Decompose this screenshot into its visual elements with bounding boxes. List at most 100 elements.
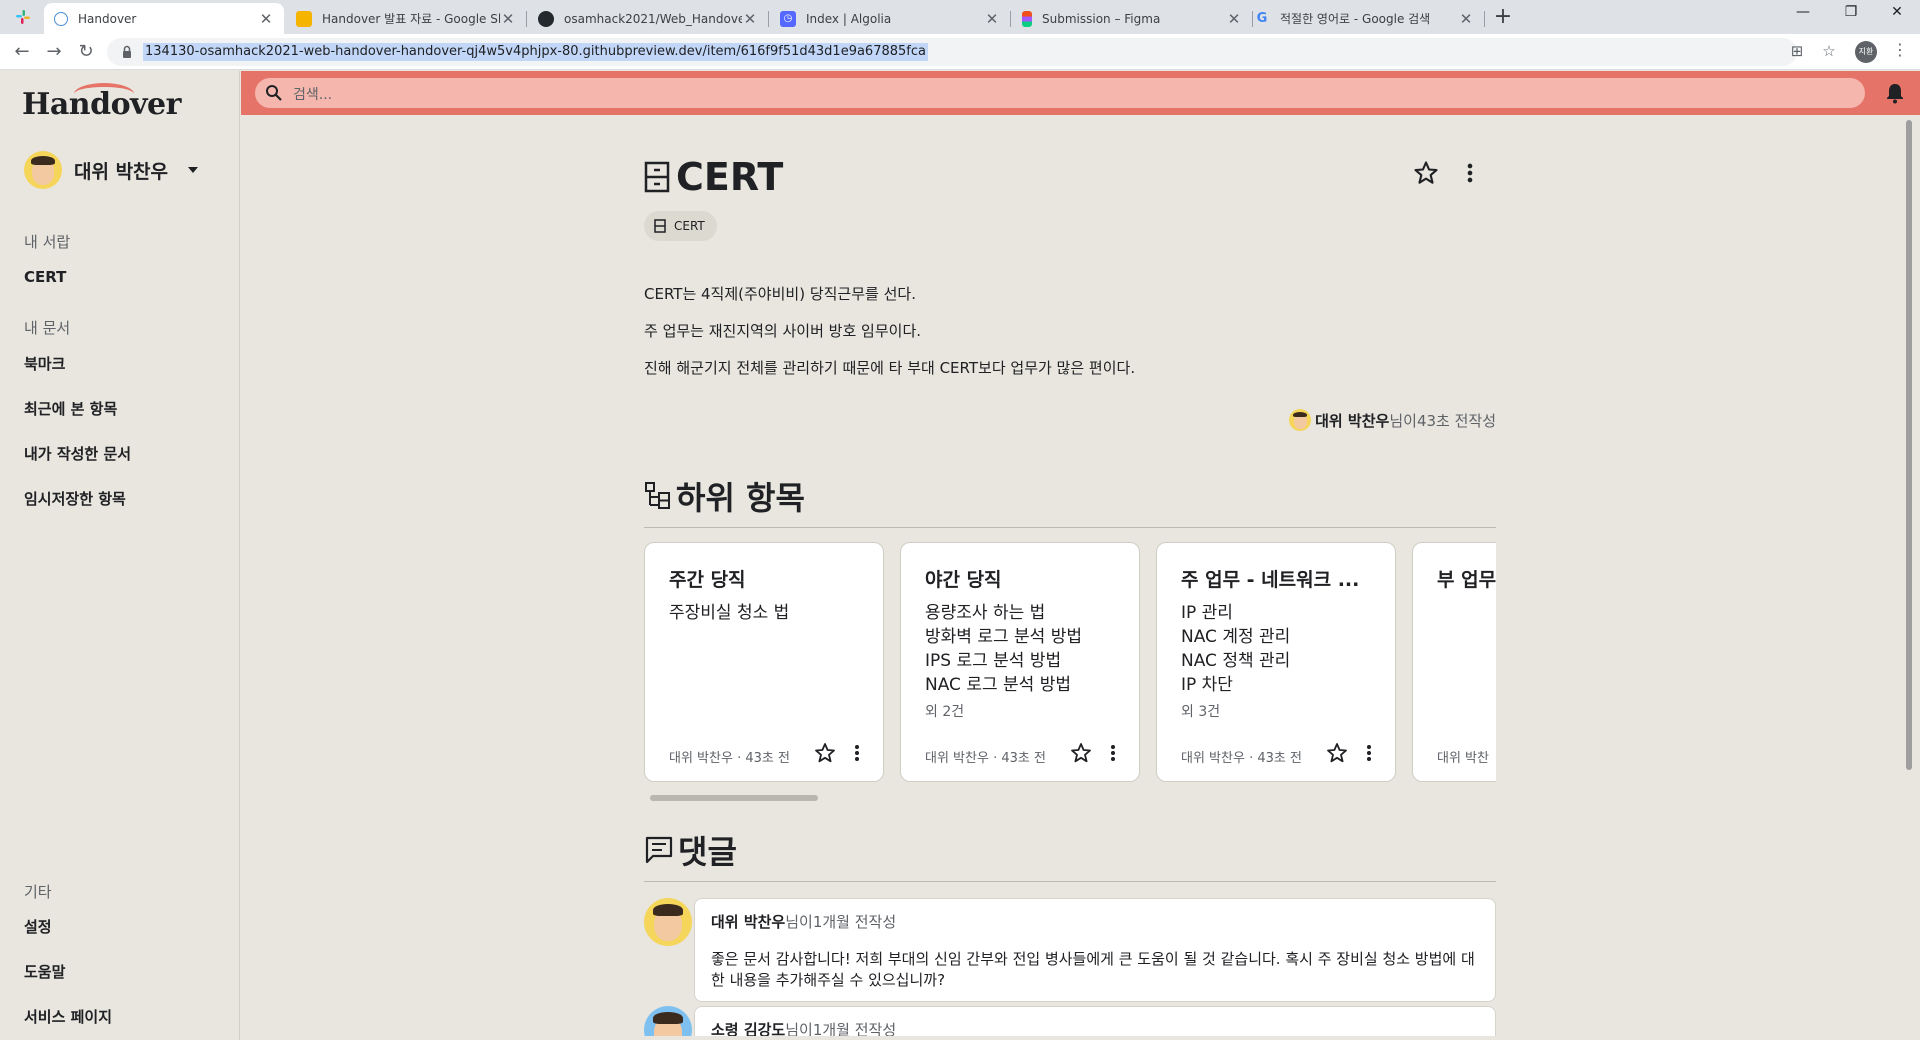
- page-title: CERT: [676, 155, 784, 199]
- bookmark-star-icon[interactable]: ☆: [1819, 42, 1839, 62]
- tree-icon: [645, 482, 670, 509]
- tab-title: Handover 발표 자료 - Google Sl: [322, 12, 500, 26]
- child-card[interactable]: 부 업무 대위 박찬: [1412, 542, 1496, 782]
- tag-chip[interactable]: CERT: [644, 211, 717, 241]
- more-vert-icon[interactable]: [845, 741, 869, 765]
- minimize-icon[interactable]: —: [1780, 4, 1826, 28]
- restore-icon[interactable]: ❐: [1828, 4, 1874, 28]
- tab-figma[interactable]: Submission – Figma ✕: [1012, 3, 1253, 34]
- url-text[interactable]: 134130-osamhack2021-web-handover-handove…: [143, 43, 928, 61]
- card-footer: 대위 박찬우 · 43초 전: [925, 751, 1046, 766]
- child-card[interactable]: 주 업무 - 네트워크 ... IP 관리 NAC 계정 관리 NAC 정책 관…: [1156, 542, 1396, 782]
- tag-label: CERT: [674, 219, 705, 233]
- tab-slides[interactable]: Handover 발표 자료 - Google Sl ✕: [286, 3, 527, 34]
- paragraph: 진해 해군기지 전체를 관리하기 때문에 타 부대 CERT보다 업무가 많은 …: [644, 359, 1136, 377]
- star-icon[interactable]: [1412, 159, 1440, 187]
- tab-separator: [768, 11, 769, 27]
- card-item: IP 관리: [1181, 603, 1233, 623]
- carousel-scrollbar[interactable]: [650, 795, 818, 801]
- author-name[interactable]: 대위 박찬우: [1315, 410, 1389, 431]
- address-bar[interactable]: 134130-osamhack2021-web-handover-handove…: [107, 38, 1836, 66]
- avatar: [24, 151, 62, 189]
- document-author: 대위 박찬우 님이43초 전작성: [1289, 409, 1496, 431]
- caret-down-icon[interactable]: [188, 167, 199, 173]
- comment-bubble: 대위 박찬우님이1개월 전작성 좋은 문서 감사합니다! 저희 부대의 신임 간…: [694, 898, 1496, 1002]
- profile-avatar[interactable]: 지환: [1855, 41, 1877, 63]
- card-more-count: 외 2건: [925, 704, 965, 720]
- notification-bell-icon[interactable]: [1883, 81, 1907, 105]
- tab-separator: [526, 11, 527, 27]
- close-icon[interactable]: ✕: [984, 10, 1000, 28]
- more-vert-icon[interactable]: [1456, 159, 1484, 187]
- tab-google[interactable]: G 적절한 영어로 - Google 검색 ✕: [1244, 3, 1485, 34]
- comment-meta: 님이1개월 전작성: [785, 1021, 897, 1036]
- star-icon[interactable]: [1069, 741, 1093, 765]
- comment-author[interactable]: 대위 박찬우: [711, 913, 785, 931]
- drawer-icon: [654, 219, 666, 233]
- search-icon: [266, 85, 282, 101]
- sidebar-item-drafts[interactable]: 임시저장한 항목: [24, 488, 126, 509]
- star-icon[interactable]: [1325, 741, 1349, 765]
- github-icon: [538, 10, 554, 27]
- sidebar-item-recent[interactable]: 최근에 본 항목: [24, 398, 117, 419]
- card-title: 야간 당직: [925, 569, 1002, 591]
- card-items: 용량조사 하는 법 방화벽 로그 분석 방법 IPS 로그 분석 방법 NAC …: [925, 601, 1082, 721]
- google-icon: G: [1256, 11, 1268, 26]
- slack-icon[interactable]: [14, 8, 32, 26]
- close-icon[interactable]: ✕: [258, 10, 274, 28]
- close-icon[interactable]: ✕: [742, 10, 758, 28]
- reload-icon[interactable]: ↻: [74, 40, 98, 64]
- browser-menu-icon[interactable]: ⋮: [1892, 40, 1908, 59]
- app-logo[interactable]: Handover: [22, 83, 181, 122]
- handover-icon: [54, 11, 68, 26]
- forward-icon[interactable]: →: [42, 40, 66, 64]
- author-meta: 님이43초 전작성: [1389, 411, 1496, 430]
- close-icon[interactable]: ✕: [1226, 10, 1242, 28]
- page-scrollbar[interactable]: [1906, 120, 1912, 770]
- comment-header: 대위 박찬우님이1개월 전작성: [711, 911, 896, 932]
- comment-author[interactable]: 소령 김강도: [711, 1021, 785, 1036]
- tab-algolia[interactable]: ◷ Index | Algolia ✕: [770, 3, 1011, 34]
- card-footer: 대위 박찬우 · 43초 전: [669, 751, 790, 766]
- card-title: 부 업무: [1437, 569, 1496, 591]
- tab-github[interactable]: osamhack2021/Web_Handover_ ✕: [528, 3, 769, 34]
- user-menu[interactable]: 대위 박찬우: [24, 151, 199, 189]
- card-item: NAC 계정 관리: [1181, 627, 1291, 647]
- user-name: 대위 박찬우: [74, 160, 169, 183]
- children-carousel: 주간 당직 주장비실 청소 법 대위 박찬우 · 43초 전 야간 당직 용량조…: [644, 542, 1496, 782]
- search-input[interactable]: 검색...: [255, 78, 1865, 108]
- tab-title: Submission – Figma: [1042, 11, 1161, 26]
- star-icon[interactable]: [813, 741, 837, 765]
- child-card[interactable]: 야간 당직 용량조사 하는 법 방화벽 로그 분석 방법 IPS 로그 분석 방…: [900, 542, 1140, 782]
- back-icon[interactable]: ←: [10, 40, 34, 64]
- card-item: IP 차단: [1181, 675, 1233, 695]
- close-icon[interactable]: ✕: [1458, 10, 1474, 28]
- comment-meta: 님이1개월 전작성: [785, 913, 897, 931]
- lock-icon[interactable]: [119, 44, 135, 60]
- comment-icon: [645, 836, 673, 864]
- sidebar-item-settings[interactable]: 설정: [24, 916, 52, 937]
- tab-title: Handover: [78, 11, 137, 26]
- sidebar-item-my-documents[interactable]: 내가 작성한 문서: [24, 443, 131, 464]
- tab-title: 적절한 영어로 - Google 검색: [1280, 12, 1431, 26]
- comment: 대위 박찬우님이1개월 전작성 좋은 문서 감사합니다! 저희 부대의 신임 간…: [644, 898, 1496, 1002]
- sidebar-item-service-page[interactable]: 서비스 페이지: [24, 1006, 112, 1027]
- comment: 소령 김강도님이1개월 전작성: [644, 1006, 1496, 1036]
- card-items: IP 관리 NAC 계정 관리 NAC 정책 관리 IP 차단 외 3건: [1181, 601, 1290, 721]
- close-icon[interactable]: ✕: [500, 10, 516, 28]
- more-vert-icon[interactable]: [1101, 741, 1125, 765]
- new-tab-button[interactable]: +: [1490, 5, 1516, 31]
- avatar[interactable]: [644, 898, 692, 946]
- sidebar-section-drawer: 내 서랍: [24, 233, 71, 251]
- tab-handover[interactable]: Handover ✕: [44, 3, 284, 34]
- sidebar-item-cert[interactable]: CERT: [24, 268, 66, 286]
- avatar[interactable]: [644, 1006, 692, 1036]
- close-window-icon[interactable]: ✕: [1874, 4, 1920, 28]
- more-vert-icon[interactable]: [1357, 741, 1381, 765]
- card-item: NAC 정책 관리: [1181, 651, 1291, 671]
- slides-icon: [296, 10, 312, 27]
- sidebar-item-help[interactable]: 도움말: [24, 961, 65, 982]
- translate-icon[interactable]: ⊞: [1787, 42, 1807, 62]
- child-card[interactable]: 주간 당직 주장비실 청소 법 대위 박찬우 · 43초 전: [644, 542, 884, 782]
- sidebar-item-bookmarks[interactable]: 북마크: [24, 353, 65, 374]
